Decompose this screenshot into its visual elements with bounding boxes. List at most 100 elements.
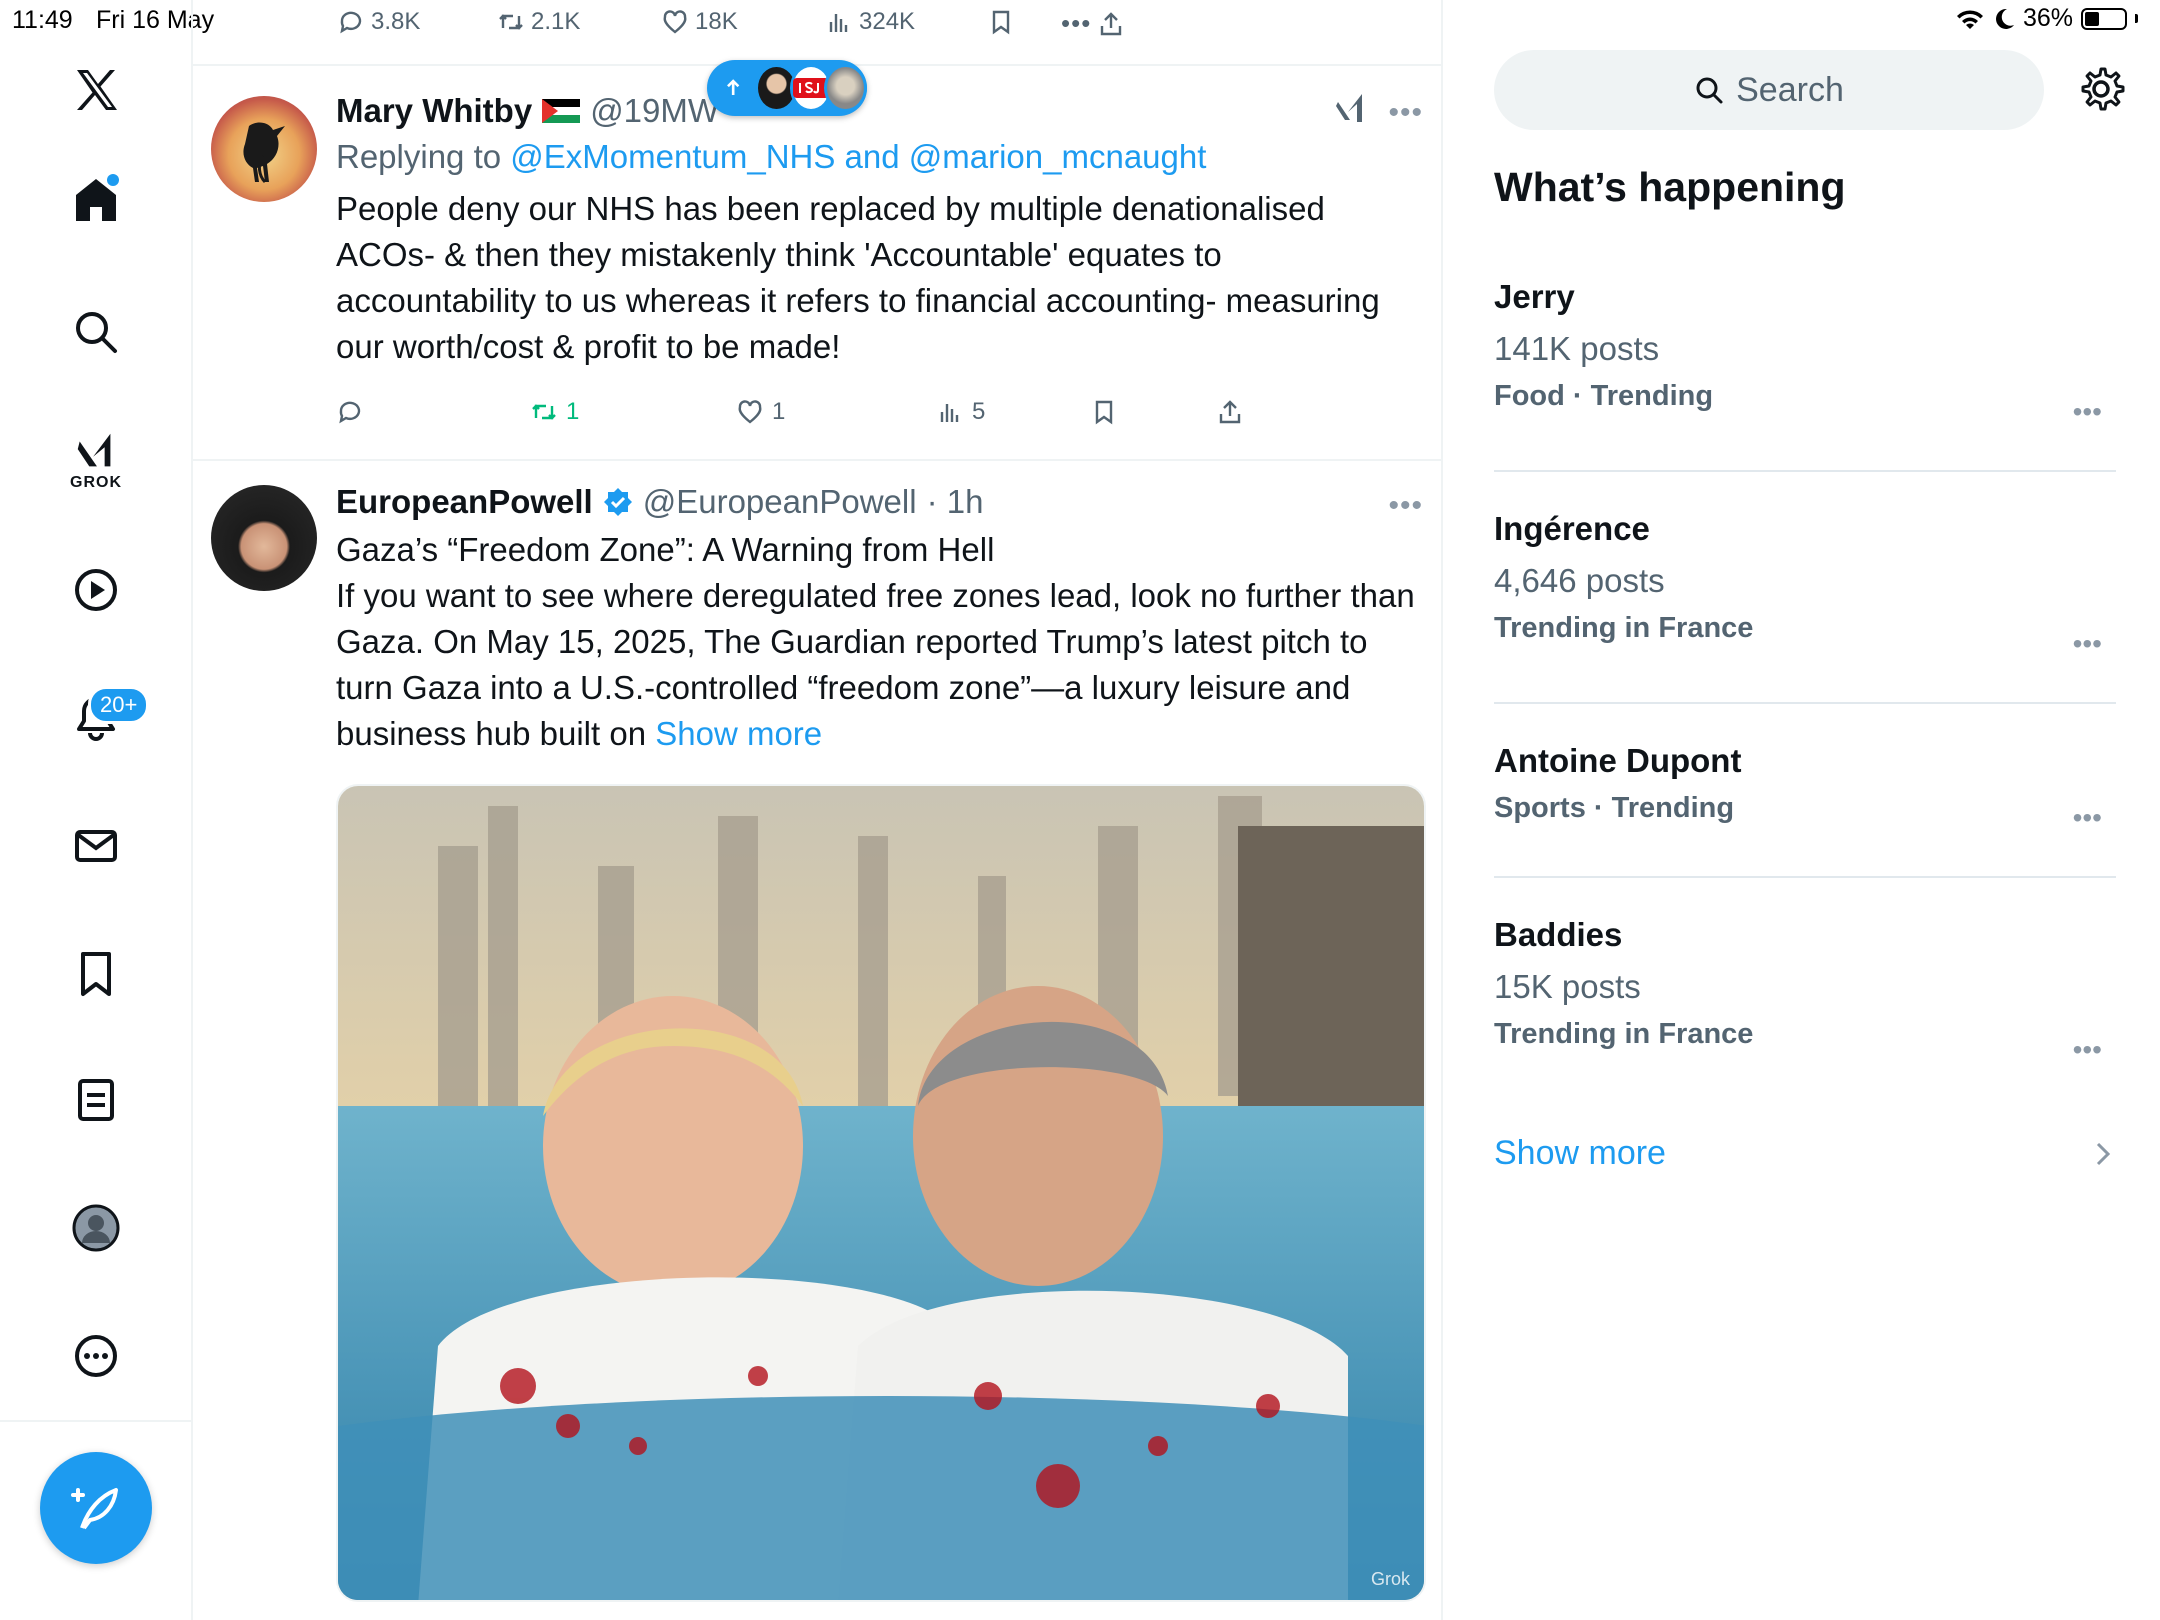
left-navigation: GROK 20+	[0, 0, 193, 1620]
show-more-trends-link[interactable]: Show more	[1494, 1134, 1666, 1173]
prev-share-action[interactable]: •••	[1061, 8, 1125, 39]
replying-prefix: Replying to	[336, 138, 502, 175]
timeline-feed: 3.8K 2.1K 18K 324K ••• Mary Whitby @19MW…	[193, 0, 1443, 1620]
bookmark-icon	[1095, 400, 1113, 425]
verified-badge-icon	[603, 488, 632, 516]
trend-divider	[1494, 470, 2116, 472]
grok-watermark: Grok	[1370, 1569, 1410, 1589]
trend-posts: 4,646 posts	[1494, 562, 1665, 599]
prev-repost-count: 2.1K	[531, 8, 581, 35]
search-placeholder: Search	[1736, 70, 1844, 109]
moon-icon	[1995, 8, 2014, 29]
battery-percent: 36%	[2022, 4, 2073, 32]
trend-more-icon[interactable]: •••	[2073, 628, 2102, 660]
compose-post-button[interactable]	[40, 1452, 152, 1564]
share-button[interactable]	[1216, 398, 1244, 426]
bookmark-icon	[992, 10, 1010, 35]
tweet-display-name[interactable]: EuropeanPowell	[336, 483, 593, 521]
trend-more-icon[interactable]: •••	[2073, 1034, 2102, 1066]
battery-tip	[2135, 14, 2138, 23]
prev-views-count: 324K	[859, 8, 916, 35]
grok-explain-icon[interactable]	[1334, 92, 1368, 126]
trend-posts: 141K posts	[1494, 330, 1660, 367]
trend-item[interactable]: Antoine Dupont Sports · Trending •••	[1494, 742, 2116, 833]
tweet-handle[interactable]: @EuropeanPowell	[643, 483, 917, 521]
prev-bookmark-action[interactable]	[987, 8, 1015, 36]
tweet[interactable]: Mary Whitby @19MW Replying to @ExMomentu…	[193, 66, 1441, 461]
like-button[interactable]: 1	[736, 398, 785, 426]
like-count: 1	[772, 398, 786, 425]
repost-icon	[532, 404, 556, 420]
trend-name: Antoine Dupont	[1494, 742, 1742, 779]
prev-views-action[interactable]: 324K	[825, 8, 915, 36]
tweet-header: Mary Whitby @19MW	[336, 92, 1423, 130]
heart-icon	[663, 10, 687, 34]
tweet-time[interactable]: · 1h	[927, 483, 984, 521]
liver-bird-icon	[243, 122, 285, 184]
prev-reply-count: 3.8K	[371, 8, 421, 35]
prev-like-action[interactable]: 18K	[661, 8, 738, 36]
share-icon	[1101, 11, 1122, 35]
previous-post-actions: 3.8K 2.1K 18K 324K •••	[193, 0, 1441, 66]
new-posts-pill[interactable]	[707, 60, 867, 116]
tweet-media-image[interactable]: Grok	[336, 784, 1426, 1602]
battery-icon	[2081, 7, 2127, 30]
trend-posts: 15K posts	[1494, 968, 1641, 1005]
trend-context: Trending in France	[1494, 612, 1754, 644]
views-chart-icon	[940, 404, 959, 422]
prev-reply-action[interactable]: 3.8K	[337, 8, 420, 36]
profile-avatar-icon[interactable]	[56, 1188, 136, 1268]
trend-name: Ingérence	[1494, 510, 1650, 547]
x-logo-icon[interactable]	[56, 50, 136, 130]
trend-context: Food · Trending	[1494, 380, 1714, 412]
wifi-icon	[1956, 9, 1983, 29]
compose-quill-icon	[71, 1488, 118, 1530]
tweet-text: Gaza’s “Freedom Zone”: A Warning from He…	[336, 527, 1423, 757]
tweet-actions: 1 1 5	[336, 398, 1296, 434]
settings-gear-icon[interactable]	[2076, 64, 2126, 114]
pill-avatar	[824, 64, 867, 112]
repost-count: 1	[566, 398, 580, 425]
more-options-icon[interactable]	[56, 1316, 136, 1396]
chevron-right-icon[interactable]	[2090, 1136, 2116, 1172]
bookmarks-icon[interactable]	[56, 934, 136, 1014]
home-unread-dot	[107, 174, 119, 186]
repost-button[interactable]: 1	[530, 398, 579, 426]
replying-to-line: Replying to @ExMomentum_NHS and @marion_…	[336, 138, 1423, 176]
messages-envelope-icon[interactable]	[56, 806, 136, 886]
show-more-link[interactable]: Show more	[655, 715, 822, 752]
tweet-avatar[interactable]	[211, 96, 317, 202]
trend-divider	[1494, 876, 2116, 878]
search-input[interactable]: Search	[1494, 50, 2044, 130]
tweet-avatar[interactable]	[211, 485, 317, 591]
bookmark-button[interactable]	[1090, 398, 1118, 426]
replying-to-mentions[interactable]: @ExMomentum_NHS and @marion_mcnaught	[510, 138, 1206, 175]
repost-icon	[499, 14, 523, 30]
palestine-flag-icon	[542, 99, 581, 123]
trend-item[interactable]: Ingérence 4,646 posts Trending in France…	[1494, 510, 2116, 659]
pool-scene-image	[338, 786, 1424, 1600]
dots-icon: •••	[1061, 8, 1092, 38]
tweet-handle[interactable]: @19MW	[590, 92, 719, 130]
trend-more-icon[interactable]: •••	[2073, 396, 2102, 428]
tweet-display-name[interactable]: Mary Whitby	[336, 92, 532, 130]
reply-icon	[340, 11, 362, 34]
share-icon	[1219, 400, 1241, 424]
grok-nav-item[interactable]: GROK	[56, 420, 136, 500]
video-play-icon[interactable]	[56, 550, 136, 630]
search-icon	[1696, 77, 1723, 104]
arrow-up-icon	[727, 79, 740, 95]
notifications-badge: 20+	[88, 686, 150, 724]
lists-icon[interactable]	[56, 1060, 136, 1140]
tweet-more-icon[interactable]: •••	[1388, 489, 1423, 523]
trend-item[interactable]: Baddies 15K posts Trending in France •••	[1494, 916, 2116, 1065]
tweet-more-icon[interactable]: •••	[1388, 96, 1423, 130]
views-chart-icon	[829, 14, 848, 32]
reply-button[interactable]	[336, 398, 364, 426]
views-button[interactable]: 5	[936, 398, 985, 426]
search-nav-icon[interactable]	[56, 292, 136, 372]
trend-item[interactable]: Jerry 141K posts Food · Trending •••	[1494, 278, 2116, 427]
prev-repost-action[interactable]: 2.1K	[497, 8, 580, 36]
trend-more-icon[interactable]: •••	[2073, 802, 2102, 834]
home-icon[interactable]	[56, 160, 136, 240]
